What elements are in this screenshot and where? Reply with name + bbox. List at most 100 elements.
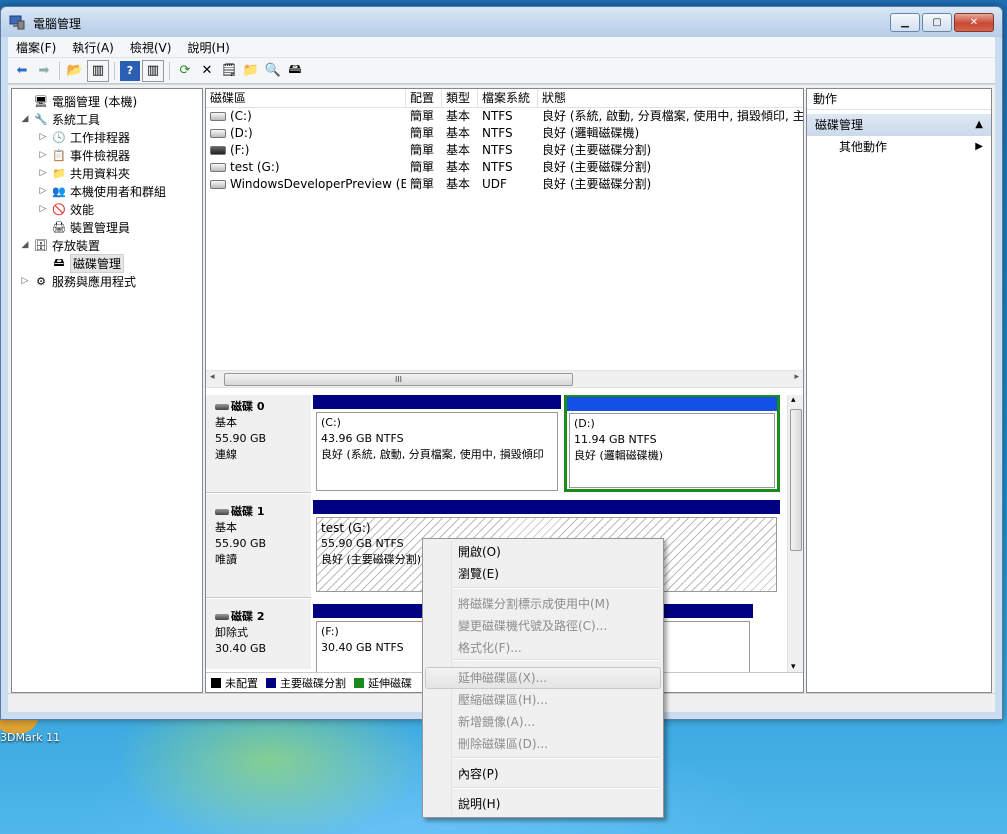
collapse-icon[interactable]: ◢ xyxy=(20,240,30,250)
actions-more-item[interactable]: 其他動作 ▶ xyxy=(807,136,991,158)
scroll-down-icon[interactable]: ▾ xyxy=(791,662,796,672)
volume-row[interactable]: test (G:) 簡單 基本 NTFS 良好 (主要磁碟分割) xyxy=(206,159,803,176)
tree-item[interactable]: ◢ 🔧 系統工具 xyxy=(20,110,100,128)
tree-item[interactable]: ▷ 👥 本機使用者和群組 xyxy=(38,182,166,200)
minimize-button[interactable]: ▁ xyxy=(890,13,920,32)
column-header-type[interactable]: 類型 xyxy=(442,89,478,107)
services-icon: ⚙ xyxy=(36,274,46,288)
column-header-filesystem[interactable]: 檔案系統 xyxy=(478,89,538,107)
tree-item[interactable]: ▷ 🚫 效能 xyxy=(38,200,94,218)
drive-icon xyxy=(210,112,226,121)
tree-item[interactable]: ▷ 🕓 工作排程器 xyxy=(38,128,130,146)
tree-item[interactable]: ◢ 🗄 存放裝置 xyxy=(20,236,100,254)
expand-icon[interactable]: ▷ xyxy=(38,168,48,178)
scrollbar-thumb[interactable] xyxy=(790,409,802,551)
disk-0-label[interactable]: 磁碟 0 基本 55.90 GB 連線 xyxy=(206,395,311,493)
volume-row[interactable]: (C:) 簡單 基本 NTFS 良好 (系統, 啟動, 分頁檔案, 使用中, 損毀傾印,… xyxy=(206,108,803,125)
collapse-icon[interactable]: ◢ xyxy=(20,114,30,124)
help-icon[interactable]: ? xyxy=(120,60,140,81)
menu-bar: 檔案(F) 執行(A) 檢視(V) 說明(H) xyxy=(8,37,995,58)
disk-name: 磁碟 2 xyxy=(231,610,265,623)
scrollbar-thumb[interactable]: III xyxy=(224,373,573,386)
collapse-up-icon[interactable]: ▲ xyxy=(975,114,983,136)
back-arrow-icon[interactable]: ⬅ xyxy=(12,61,32,81)
context-menu-item-format[interactable]: 格式化(F)... xyxy=(425,637,661,659)
context-menu-item-mark-active[interactable]: 將磁碟分割標示成使用中(M) xyxy=(425,593,661,615)
expand-icon[interactable]: ▷ xyxy=(38,150,48,160)
expand-icon[interactable]: ▷ xyxy=(38,132,48,142)
context-menu-item-explore[interactable]: 瀏覽(E) xyxy=(425,563,661,585)
expand-icon[interactable]: ▷ xyxy=(38,186,48,196)
drive-icon xyxy=(210,163,226,172)
partition-name: (C:) xyxy=(321,416,341,429)
search-icon[interactable]: 🔍 xyxy=(263,61,283,81)
context-menu-item-add-mirror[interactable]: 新增鏡像(A)... xyxy=(425,711,661,733)
delete-icon[interactable]: ✕ xyxy=(197,61,217,81)
menu-separator xyxy=(453,659,659,661)
open-folder-icon[interactable]: 📁 xyxy=(241,61,261,81)
window-title: 電腦管理 xyxy=(33,17,82,31)
tree-item[interactable]: ▷ ⚙ 服務與應用程式 xyxy=(20,272,136,290)
volume-cell-text: 基本 xyxy=(446,109,471,123)
device-manager-icon: 🖨 xyxy=(52,220,66,234)
maximize-button[interactable]: ▢ xyxy=(922,13,952,32)
context-menu-item-delete-volume[interactable]: 刪除磁碟區(D)... xyxy=(425,733,661,755)
column-header-layout[interactable]: 配置 xyxy=(406,89,442,107)
3dmark-desktop-label[interactable]: 3DMark 11 xyxy=(0,731,60,744)
title-bar[interactable]: 電腦管理 ▁ ▢ ✕ xyxy=(1,7,1002,37)
event-viewer-icon: 📋 xyxy=(52,148,66,162)
scroll-right-icon[interactable]: ▸ xyxy=(794,372,799,382)
tree-item[interactable]: 🖥 電腦管理 (本機) xyxy=(20,92,137,110)
partition-c[interactable]: (C:) 43.96 GB NTFS 良好 (系統, 啟動, 分頁檔案, 使用中… xyxy=(313,395,561,491)
toolbar-separator xyxy=(59,61,60,80)
properties-icon[interactable]: 🗒 xyxy=(219,61,239,81)
expand-icon[interactable]: ▷ xyxy=(20,276,30,286)
disk-icon xyxy=(215,509,229,515)
disk-view-vertical-scrollbar[interactable]: ▴ ▾ xyxy=(787,395,803,672)
show-hide-tree-icon[interactable]: ▥ xyxy=(87,59,109,82)
menu-file[interactable]: 檔案(F) xyxy=(8,39,64,56)
context-menu: 開啟(O) 瀏覽(E) 將磁碟分割標示成使用中(M) 變更磁碟機代號及路徑(C)...… xyxy=(422,538,664,818)
volume-cell-type: 基本 xyxy=(442,108,478,125)
volume-row[interactable]: (D:) 簡單 基本 NTFS 良好 (邏輯磁碟機) xyxy=(206,125,803,142)
volume-cell-text: 基本 xyxy=(446,143,471,157)
scroll-left-icon[interactable]: ◂ xyxy=(210,372,215,382)
context-menu-item-properties[interactable]: 內容(P) xyxy=(425,763,661,785)
partition-size: 11.94 GB NTFS xyxy=(574,433,657,446)
forward-arrow-icon[interactable]: ➡ xyxy=(34,61,54,81)
expand-icon[interactable]: ▷ xyxy=(38,204,48,214)
column-header-volume[interactable]: 磁碟區 xyxy=(206,89,406,107)
volume-cell-layout: 簡單 xyxy=(406,142,442,159)
tree-item[interactable]: ▷ 📋 事件檢視器 xyxy=(38,146,130,164)
disk-2-label[interactable]: 磁碟 2 卸除式 30.40 GB xyxy=(206,599,311,669)
disk-state: 唯讀 xyxy=(215,553,237,566)
refresh-icon[interactable]: ⟳ xyxy=(175,61,195,81)
disk-state: 連線 xyxy=(215,448,237,461)
context-menu-item-shrink-volume[interactable]: 壓縮磁碟區(H)... xyxy=(425,689,661,711)
actions-section-disk-management[interactable]: 磁碟管理 ▲ xyxy=(807,114,991,136)
volume-row[interactable]: WindowsDeveloperPreview (E:) 簡單 基本 UDF 良好 (主… xyxy=(206,176,803,193)
context-menu-item-extend-volume[interactable]: 延伸磁碟區(X)... xyxy=(425,667,661,689)
partition-d[interactable]: (D:) 11.94 GB NTFS 良好 (邏輯磁碟機) xyxy=(564,395,780,492)
up-folder-icon[interactable]: 📂 xyxy=(65,61,85,81)
menu-action[interactable]: 執行(A) xyxy=(64,39,122,56)
close-button[interactable]: ✕ xyxy=(954,13,994,32)
context-menu-item-open[interactable]: 開啟(O) xyxy=(425,541,661,563)
menu-view[interactable]: 檢視(V) xyxy=(122,39,180,56)
disk-type: 基本 xyxy=(215,416,237,429)
tree-item[interactable]: 🖴 磁碟管理 xyxy=(38,253,125,273)
tree-item[interactable]: 🖨 裝置管理員 xyxy=(38,218,130,236)
show-hide-action-pane-icon[interactable]: ▥ xyxy=(142,59,164,82)
tree-item-label: 電腦管理 (本機) xyxy=(52,94,138,109)
column-header-status[interactable]: 狀態 xyxy=(538,89,803,107)
context-menu-item-change-drive-letter[interactable]: 變更磁碟機代號及路徑(C)... xyxy=(425,615,661,637)
disk-icon[interactable]: 🖴 xyxy=(285,61,305,81)
tree-item[interactable]: ▷ 📁 共用資料夾 xyxy=(38,164,130,182)
scroll-up-icon[interactable]: ▴ xyxy=(791,395,796,405)
context-menu-item-help[interactable]: 說明(H) xyxy=(425,793,661,815)
volume-row[interactable]: (F:) 簡單 基本 NTFS 良好 (主要磁碟分割) xyxy=(206,142,803,159)
volume-list-horizontal-scrollbar[interactable]: ◂ III ▸ xyxy=(206,370,803,388)
menu-help[interactable]: 說明(H) xyxy=(179,39,237,56)
disk-1-label[interactable]: 磁碟 1 基本 55.90 GB 唯讀 xyxy=(206,494,311,598)
volume-cell-status: 良好 (主要磁碟分割) xyxy=(538,142,803,159)
